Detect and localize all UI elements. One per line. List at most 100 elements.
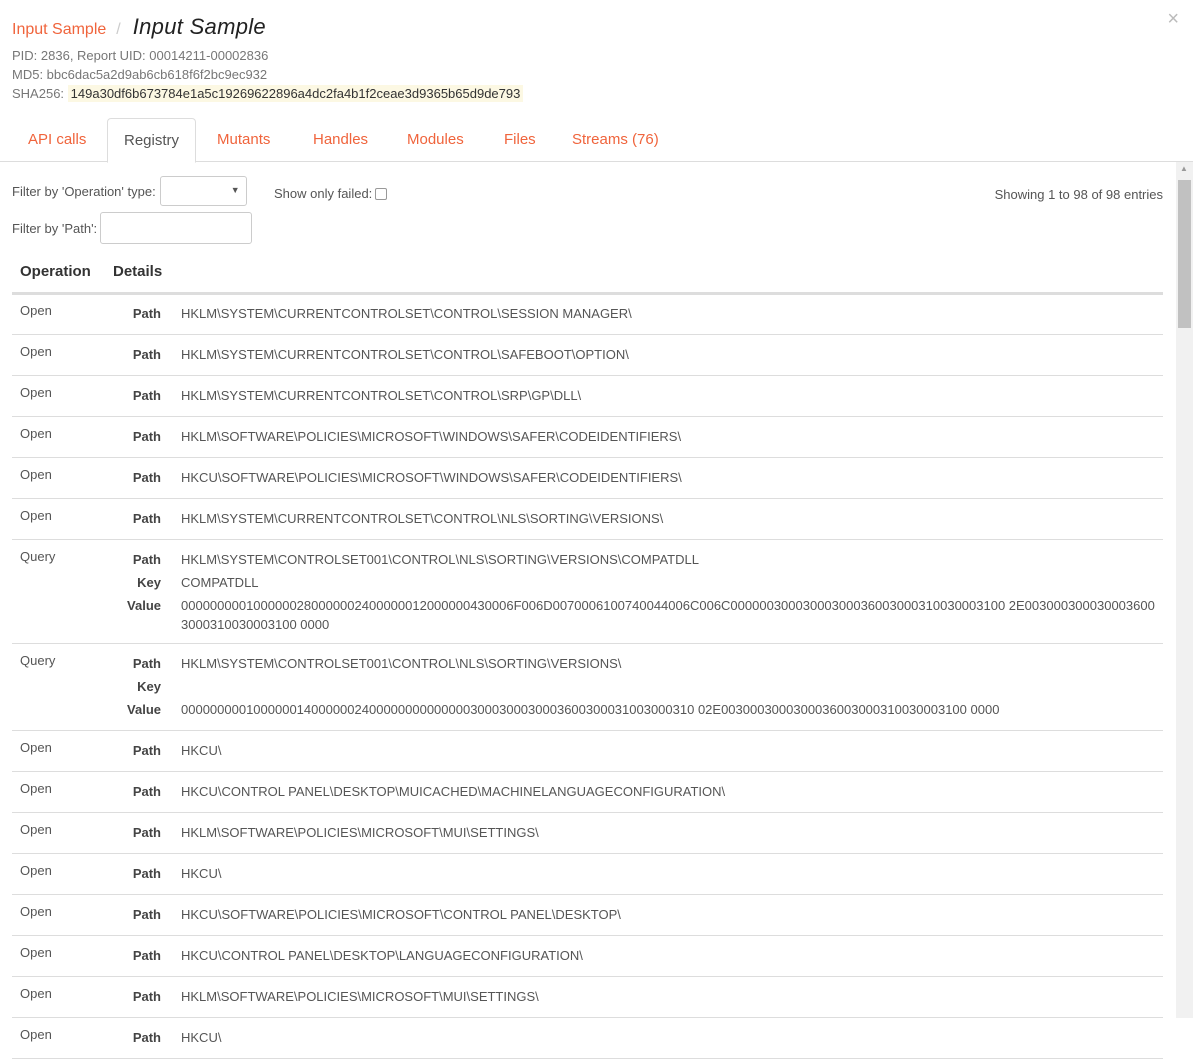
operation-cell: Open bbox=[20, 508, 52, 523]
detail-value: HKLM\SOFTWARE\POLICIES\MICROSOFT\MUI\SET… bbox=[181, 989, 539, 1004]
operation-cell: Query bbox=[20, 653, 56, 668]
scroll-up-arrow-icon[interactable]: ▲ bbox=[1180, 164, 1188, 173]
detail-value: HKLM\SYSTEM\CONTROLSET001\CONTROL\NLS\SO… bbox=[181, 552, 699, 567]
breadcrumb-separator: / bbox=[116, 21, 121, 38]
tab-registry[interactable]: Registry bbox=[107, 118, 197, 163]
detail-line: Path HKCU\ bbox=[12, 1026, 1163, 1049]
operation-cell: Open bbox=[20, 863, 52, 878]
column-details: Details bbox=[113, 263, 163, 280]
table-row: Open Path HKCU\CONTROL PANEL\DESKTOP\LANGU… bbox=[12, 936, 1163, 977]
table-row: Open Path HKCU\ bbox=[12, 854, 1163, 895]
detail-value: 0000000001000000280000002400000012000000… bbox=[181, 598, 1155, 632]
detail-value: HKLM\SYSTEM\CURRENTCONTROLSET\CONTROL\SR… bbox=[181, 388, 582, 403]
table-header: Operation Details bbox=[12, 262, 1163, 295]
operation-cell: Open bbox=[20, 822, 52, 837]
detail-value: HKCU\ bbox=[181, 866, 222, 881]
detail-key: Key bbox=[137, 679, 161, 694]
table-row: Open Path HKCU\ bbox=[12, 731, 1163, 772]
detail-line: Path HKLM\SOFTWARE\POLICIES\MICROSOFT\WIN… bbox=[12, 425, 1163, 448]
detail-line: Path HKCU\ bbox=[12, 739, 1163, 762]
operation-cell: Open bbox=[20, 467, 52, 482]
sha256-label: SHA256: bbox=[12, 86, 65, 101]
table-row: Open Path HKLM\SYSTEM\CURRENTCONTROLSET\CO… bbox=[12, 294, 1163, 335]
table-row: Query Path HKLM\SYSTEM\CONTROLSET001\CONTR… bbox=[12, 644, 1163, 731]
detail-line: Key bbox=[12, 675, 1163, 698]
table-row: Open Path HKLM\SOFTWARE\POLICIES\MICROSOFT… bbox=[12, 977, 1163, 1018]
tab-bar: API calls Registry Mutants Handles Modul… bbox=[0, 118, 1193, 163]
operation-cell: Open bbox=[20, 740, 52, 755]
registry-table-body: Open Path HKLM\SYSTEM\CURRENTCONTROLSET\CO… bbox=[12, 294, 1163, 1059]
detail-line: Path HKLM\SOFTWARE\POLICIES\MICROSOFT\MUI… bbox=[12, 985, 1163, 1008]
detail-value: 0000000001000000140000002400000000000000… bbox=[181, 702, 1000, 717]
detail-line: Path HKCU\CONTROL PANEL\DESKTOP\MUICACHED… bbox=[12, 780, 1163, 803]
detail-value: HKCU\SOFTWARE\POLICIES\MICROSOFT\CONTROL… bbox=[181, 907, 621, 922]
detail-value: HKLM\SOFTWARE\POLICIES\MICROSOFT\WINDOWS… bbox=[181, 429, 682, 444]
operation-cell: Open bbox=[20, 426, 52, 441]
table-row: Open Path HKLM\SYSTEM\CURRENTCONTROLSET\CO… bbox=[12, 376, 1163, 417]
operation-cell: Open bbox=[20, 781, 52, 796]
tab-mutants[interactable]: Mutants bbox=[201, 118, 286, 160]
table-row: Open Path HKLM\SYSTEM\CURRENTCONTROLSET\CO… bbox=[12, 499, 1163, 540]
entries-count: Showing 1 to 98 of 98 entries bbox=[994, 187, 1163, 202]
operation-cell: Open bbox=[20, 385, 52, 400]
detail-line: Path HKCU\CONTROL PANEL\DESKTOP\LANGUAGEC… bbox=[12, 944, 1163, 967]
detail-value: HKCU\CONTROL PANEL\DESKTOP\MUICACHED\MAC… bbox=[181, 784, 726, 799]
detail-value: COMPATDLL bbox=[181, 575, 259, 590]
tab-api-calls[interactable]: API calls bbox=[12, 118, 102, 160]
detail-value: HKCU\CONTROL PANEL\DESKTOP\LANGUAGECONFI… bbox=[181, 948, 583, 963]
table-row: Open Path HKLM\SOFTWARE\POLICIES\MICROSOFT… bbox=[12, 813, 1163, 854]
path-filter-label: Filter by 'Path': bbox=[12, 220, 98, 236]
tab-files[interactable]: Files bbox=[488, 118, 552, 160]
operation-cell: Open bbox=[20, 986, 52, 1001]
sha256-value: 149a30df6b673784e1a5c19269622896a4dc2fa4… bbox=[67, 85, 524, 102]
detail-line: Value 00000000010000002800000024000000120… bbox=[12, 594, 1163, 634]
scroll-thumb[interactable] bbox=[1178, 180, 1191, 328]
detail-line: Path HKLM\SYSTEM\CONTROLSET001\CONTROL\NL… bbox=[12, 652, 1163, 675]
detail-line: Path HKCU\ bbox=[12, 862, 1163, 885]
table-row: Open Path HKLM\SYSTEM\CURRENTCONTROLSET\CO… bbox=[12, 335, 1163, 376]
failed-filter-label: Show only failed: bbox=[274, 186, 373, 201]
detail-line: Key COMPATDLL bbox=[12, 571, 1163, 594]
close-icon[interactable]: × bbox=[1167, 8, 1179, 31]
detail-key: Key bbox=[137, 575, 161, 590]
dropdown-caret-icon: ▼ bbox=[230, 185, 240, 195]
detail-key: Value bbox=[127, 702, 161, 717]
operation-cell: Query bbox=[20, 549, 56, 564]
detail-line: Value 00000000010000001400000024000000000… bbox=[12, 698, 1163, 721]
table-row: Open Path HKCU\CONTROL PANEL\DESKTOP\MUICA… bbox=[12, 772, 1163, 813]
detail-line: Path HKLM\SYSTEM\CURRENTCONTROLSET\CONTRO… bbox=[12, 384, 1163, 407]
table-row: Open Path HKCU\SOFTWARE\POLICIES\MICROSOFT… bbox=[12, 895, 1163, 936]
operation-filter-select[interactable]: ▼ bbox=[159, 176, 247, 206]
operation-cell: Open bbox=[20, 303, 52, 318]
detail-line: Path HKLM\SYSTEM\CURRENTCONTROLSET\CONTRO… bbox=[12, 302, 1163, 325]
detail-value bbox=[181, 675, 1161, 698]
operation-cell: Open bbox=[20, 1027, 52, 1042]
detail-line: Path HKLM\SYSTEM\CURRENTCONTROLSET\CONTRO… bbox=[12, 343, 1163, 366]
table-row: Open Path HKLM\SOFTWARE\POLICIES\MICROSOFT… bbox=[12, 417, 1163, 458]
detail-value: HKCU\ bbox=[181, 743, 222, 758]
tab-streams[interactable]: Streams (76) bbox=[556, 118, 675, 160]
table-row: Open Path HKCU\ bbox=[12, 1018, 1163, 1059]
scrollbar[interactable]: ▲ bbox=[1176, 162, 1193, 1018]
breadcrumb-link[interactable]: Input Sample bbox=[12, 21, 106, 39]
detail-line: Path HKCU\SOFTWARE\POLICIES\MICROSOFT\WIN… bbox=[12, 466, 1163, 489]
operation-cell: Open bbox=[20, 945, 52, 960]
path-filter-input[interactable] bbox=[100, 212, 253, 244]
detail-value: HKLM\SYSTEM\CURRENTCONTROLSET\CONTROL\NL… bbox=[181, 511, 664, 526]
operation-filter-label: Filter by 'Operation' type: bbox=[12, 183, 156, 199]
detail-line: Path HKLM\SOFTWARE\POLICIES\MICROSOFT\MUI… bbox=[12, 821, 1163, 844]
tab-handles[interactable]: Handles bbox=[297, 118, 384, 160]
detail-value: HKLM\SYSTEM\CURRENTCONTROLSET\CONTROL\SA… bbox=[181, 347, 629, 362]
md5-line: MD5: bbc6dac5a2d9ab6cb618f6f2bc9ec932 bbox=[12, 67, 268, 82]
tab-modules[interactable]: Modules bbox=[391, 118, 480, 160]
dialog-header: Input Sample / Input Sample PID: 2836, R… bbox=[12, 14, 1193, 103]
detail-value: HKCU\ bbox=[181, 1030, 222, 1045]
column-operation[interactable]: Operation bbox=[20, 263, 91, 280]
sha256-line: SHA256: 149a30df6b673784e1a5c19269622896… bbox=[12, 84, 1193, 103]
detail-value: HKLM\SOFTWARE\POLICIES\MICROSOFT\MUI\SET… bbox=[181, 825, 539, 840]
operation-cell: Open bbox=[20, 344, 52, 359]
detail-line: Path HKLM\SYSTEM\CONTROLSET001\CONTROL\NL… bbox=[12, 548, 1163, 571]
detail-key: Value bbox=[127, 598, 161, 613]
pid-line: PID: 2836, Report UID: 00014211-00002836 bbox=[12, 48, 269, 63]
show-only-failed-checkbox[interactable] bbox=[375, 187, 388, 200]
